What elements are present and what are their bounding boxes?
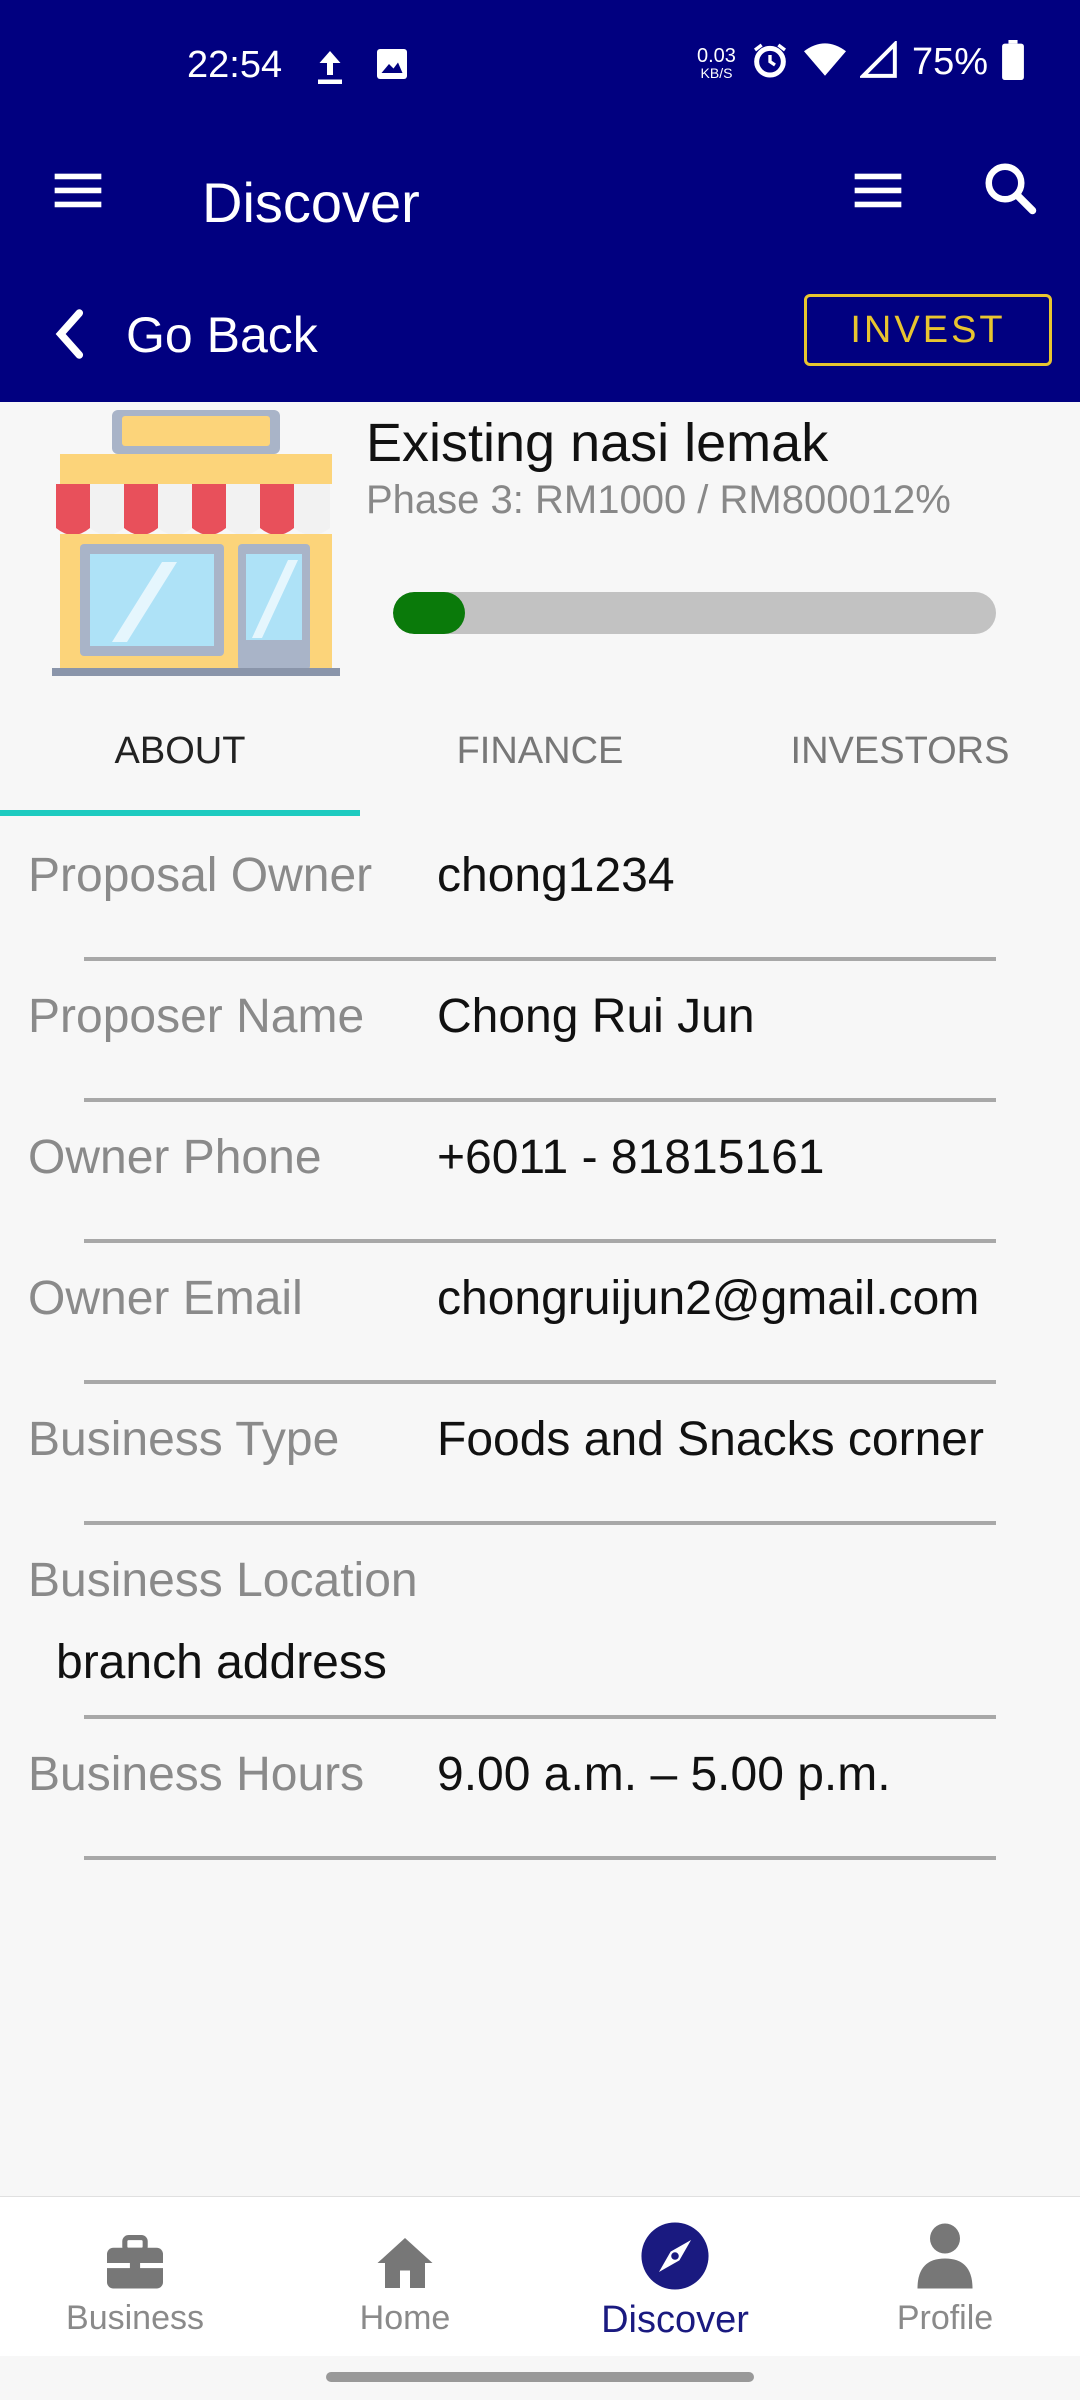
detail-row-business-location: Business Location branch address [0, 1525, 1080, 1719]
detail-value: 9.00 a.m. – 5.00 p.m. [437, 1748, 891, 1801]
wifi-icon [803, 41, 846, 84]
detail-value: branch address [56, 1636, 387, 1689]
battery-percent: 75% [911, 41, 988, 83]
invest-button[interactable]: INVEST [804, 294, 1052, 366]
detail-value: Foods and Snacks corner [437, 1413, 984, 1466]
nav-business[interactable]: Business [0, 2217, 270, 2338]
detail-value: chongruijun2@gmail.com [437, 1272, 980, 1325]
detail-label: Owner Phone [28, 1131, 322, 1184]
gesture-home-bar[interactable] [326, 2372, 754, 2382]
detail-label: Business Location [28, 1554, 418, 1607]
chevron-left-icon[interactable] [48, 306, 92, 367]
compass-icon [540, 2217, 810, 2291]
nav-home[interactable]: Home [270, 2217, 540, 2338]
net-speed: 0.03 KB/S [697, 44, 736, 81]
shop-illustration [52, 402, 340, 687]
detail-label: Business Type [28, 1413, 340, 1466]
detail-label: Business Hours [28, 1748, 365, 1801]
menu-icon[interactable] [50, 162, 106, 223]
page-title: Discover [202, 171, 420, 234]
bottom-navigation: Business Home Discover Profile [0, 2196, 1080, 2356]
detail-value: +6011 - 81815161 [437, 1131, 825, 1184]
list-menu-icon[interactable] [850, 162, 906, 223]
back-bar: Go Back INVEST [0, 268, 1080, 402]
project-header: Existing nasi lemak Phase 3: RM1000 / RM… [0, 402, 1080, 702]
nav-label: Profile [896, 2299, 994, 2337]
person-icon [810, 2217, 1080, 2291]
funding-progress-fill [393, 592, 466, 634]
tab-finance[interactable]: FINANCE [360, 730, 720, 773]
nav-label: Business [66, 2299, 204, 2337]
signal-icon [858, 39, 898, 84]
search-icon[interactable] [980, 158, 1040, 223]
tab-about[interactable]: ABOUT [0, 730, 360, 773]
project-phase: Phase 3: RM1000 / RM800012% [366, 478, 951, 522]
briefcase-icon [0, 2217, 270, 2291]
detail-value: chong1234 [437, 849, 675, 902]
tab-indicator [0, 810, 360, 816]
tab-investors[interactable]: INVESTORS [720, 730, 1080, 773]
detail-value: Chong Rui Jun [437, 990, 755, 1043]
battery-icon [1002, 40, 1024, 85]
image-icon [374, 46, 410, 91]
detail-row-owner-email: Owner Email chongruijun2@gmail.com [0, 1243, 1080, 1384]
app-bar: Discover [0, 132, 1080, 268]
detail-label: Proposer Name [28, 990, 365, 1043]
tab-bar: ABOUT FINANCE INVESTORS [0, 702, 1080, 820]
home-icon [270, 2217, 540, 2291]
status-time: 22:54 [187, 44, 283, 86]
details-list: Proposal Owner chong1234 Proposer Name C… [0, 820, 1080, 1860]
detail-row-proposer-name: Proposer Name Chong Rui Jun [0, 961, 1080, 1102]
detail-label: Owner Email [28, 1272, 303, 1325]
status-bar: 22:54 0.03 KB/S 75% [0, 0, 1080, 132]
funding-progress-bar [393, 592, 996, 634]
go-back-button[interactable]: Go Back [126, 306, 318, 364]
detail-row-owner-phone: Owner Phone +6011 - 81815161 [0, 1102, 1080, 1243]
detail-label: Proposal Owner [28, 849, 373, 902]
detail-row-business-hours: Business Hours 9.00 a.m. – 5.00 p.m. [0, 1719, 1080, 1860]
nav-label: Home [359, 2299, 451, 2337]
upload-icon [312, 46, 348, 91]
nav-label: Discover [601, 2299, 749, 2341]
nav-discover[interactable]: Discover [540, 2217, 810, 2342]
alarm-icon [750, 40, 790, 85]
divider [84, 1856, 996, 1860]
project-title: Existing nasi lemak [366, 413, 829, 473]
detail-row-business-type: Business Type Foods and Snacks corner [0, 1384, 1080, 1525]
detail-row-proposal-owner: Proposal Owner chong1234 [0, 820, 1080, 961]
nav-profile[interactable]: Profile [810, 2217, 1080, 2338]
